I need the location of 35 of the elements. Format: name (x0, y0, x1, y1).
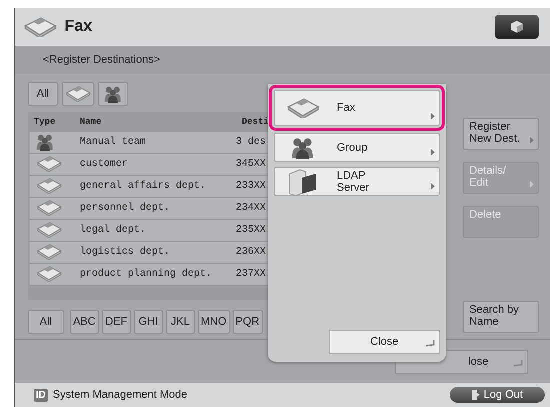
mode-label: System Management Mode (53, 389, 189, 402)
popup-close-button[interactable]: Close (329, 330, 440, 354)
section-title: <Register Destinations> (43, 54, 160, 66)
id-badge: ID (34, 388, 48, 402)
side-button[interactable]: Register New Dest. (463, 118, 539, 150)
column-header: Type (33, 116, 57, 127)
search-by-name-button[interactable]: Search by Name (463, 301, 539, 334)
table-cell-text: legal dept. (79, 224, 148, 236)
letter-tab[interactable]: PQR (232, 310, 263, 334)
letter-tab[interactable]: DEF (102, 310, 131, 334)
menu-item[interactable]: LDAP Server (274, 167, 440, 196)
table-cell-text: 235XX (236, 224, 268, 236)
table-cell-text: 3 des (236, 136, 268, 148)
window-title: Fax (64, 18, 94, 36)
table-cell-text: 233XX (236, 180, 268, 192)
table-cell-text: 345XX (236, 158, 268, 170)
table-cell-text: personnel dept. (79, 202, 172, 214)
table-cell-text: product planning dept. (79, 268, 214, 280)
letter-tab[interactable]: GHI (134, 310, 163, 334)
table-cell-text: customer (79, 158, 130, 170)
filter-button[interactable]: All (28, 82, 58, 106)
letter-tab[interactable]: All (28, 310, 64, 334)
table-cell-text: 236XX (236, 246, 268, 258)
column-header: Desti (241, 116, 270, 127)
table-cell-text: 234XX (236, 202, 268, 214)
column-header: Name (79, 116, 103, 127)
logout-button[interactable]: Log Out (450, 387, 545, 404)
table-cell-text: 237XX (236, 268, 268, 280)
table-cell-text: logistics dept. (79, 246, 172, 258)
letter-tab[interactable]: JKL (166, 310, 195, 334)
table-cell-text: general affairs dept. (79, 180, 208, 192)
menu-item[interactable]: Group (274, 133, 440, 162)
letter-tab[interactable]: MNO (198, 310, 230, 334)
letter-tab[interactable]: ABC (70, 310, 99, 334)
table-cell-text: Manual team (79, 136, 148, 148)
